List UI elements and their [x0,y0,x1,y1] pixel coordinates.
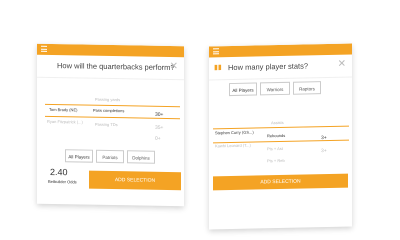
left-card: How will the quarterbacks perform? ✕ Pas… [37,43,184,207]
right-filter-segment: All Players Warriors Raptors [229,81,324,97]
right-row1-stat[interactable]: Rebounds [267,133,285,138]
right-row2-stat[interactable]: Pts + Ast [267,146,283,151]
right-row2-value[interactable]: 3+ [321,148,327,154]
right-row1-line-top [213,125,349,130]
right-row2-player: Kawhi Leonard (T...) [215,142,251,149]
left-question-row: How will the quarterbacks perform? ✕ [37,54,184,81]
left-column-header: Passing yards [95,96,121,103]
left-row2-value[interactable]: 35+ [155,125,163,131]
left-row1-player: Tom Brady (NE) [49,106,78,113]
left-question: How will the quarterbacks perform? [57,61,175,73]
add-selection-button[interactable]: ADD SELECTION [89,170,181,191]
filter-warriors[interactable]: Warriors [260,81,290,96]
close-icon[interactable]: ✕ [170,61,178,72]
filter-raptors[interactable]: Raptors [293,81,321,95]
menu-icon[interactable] [41,45,47,52]
filter-all-players[interactable]: All Players [65,149,93,163]
right-card: ▮▮ How many player stats? ✕ All Players … [209,43,352,230]
menu-icon[interactable] [213,48,219,55]
odds-value: 2.40 [50,166,68,178]
filter-all-players[interactable]: All Players [229,82,257,97]
add-selection-button[interactable]: ADD SELECTION [213,173,348,191]
filter-patriots[interactable]: Patriots [96,149,124,164]
left-row1-stat[interactable]: Pass completions [93,108,124,114]
left-row2-stat[interactable]: Passing TDs [95,122,118,127]
left-row2-player: Ryan Fitzpatrick (...) [47,118,83,125]
right-column-header: Assists [271,119,284,126]
left-filter-segment: All Players Patriots Dolphins [65,149,158,164]
right-row1-player: Stephen Curry (GS...) [215,129,254,136]
left-row3-value[interactable]: 0+ [155,136,161,142]
odds-label: Betbuilder Odds [48,178,77,185]
right-question-row: ▮▮ How many player stats? ✕ [209,54,352,81]
bar-chart-icon: ▮▮ [214,64,222,72]
right-row3-stat[interactable]: Pts + Reb [267,158,285,163]
filter-dolphins[interactable]: Dolphins [127,150,155,164]
right-question: How many player stats? [228,61,309,73]
close-icon[interactable]: ✕ [338,59,346,70]
